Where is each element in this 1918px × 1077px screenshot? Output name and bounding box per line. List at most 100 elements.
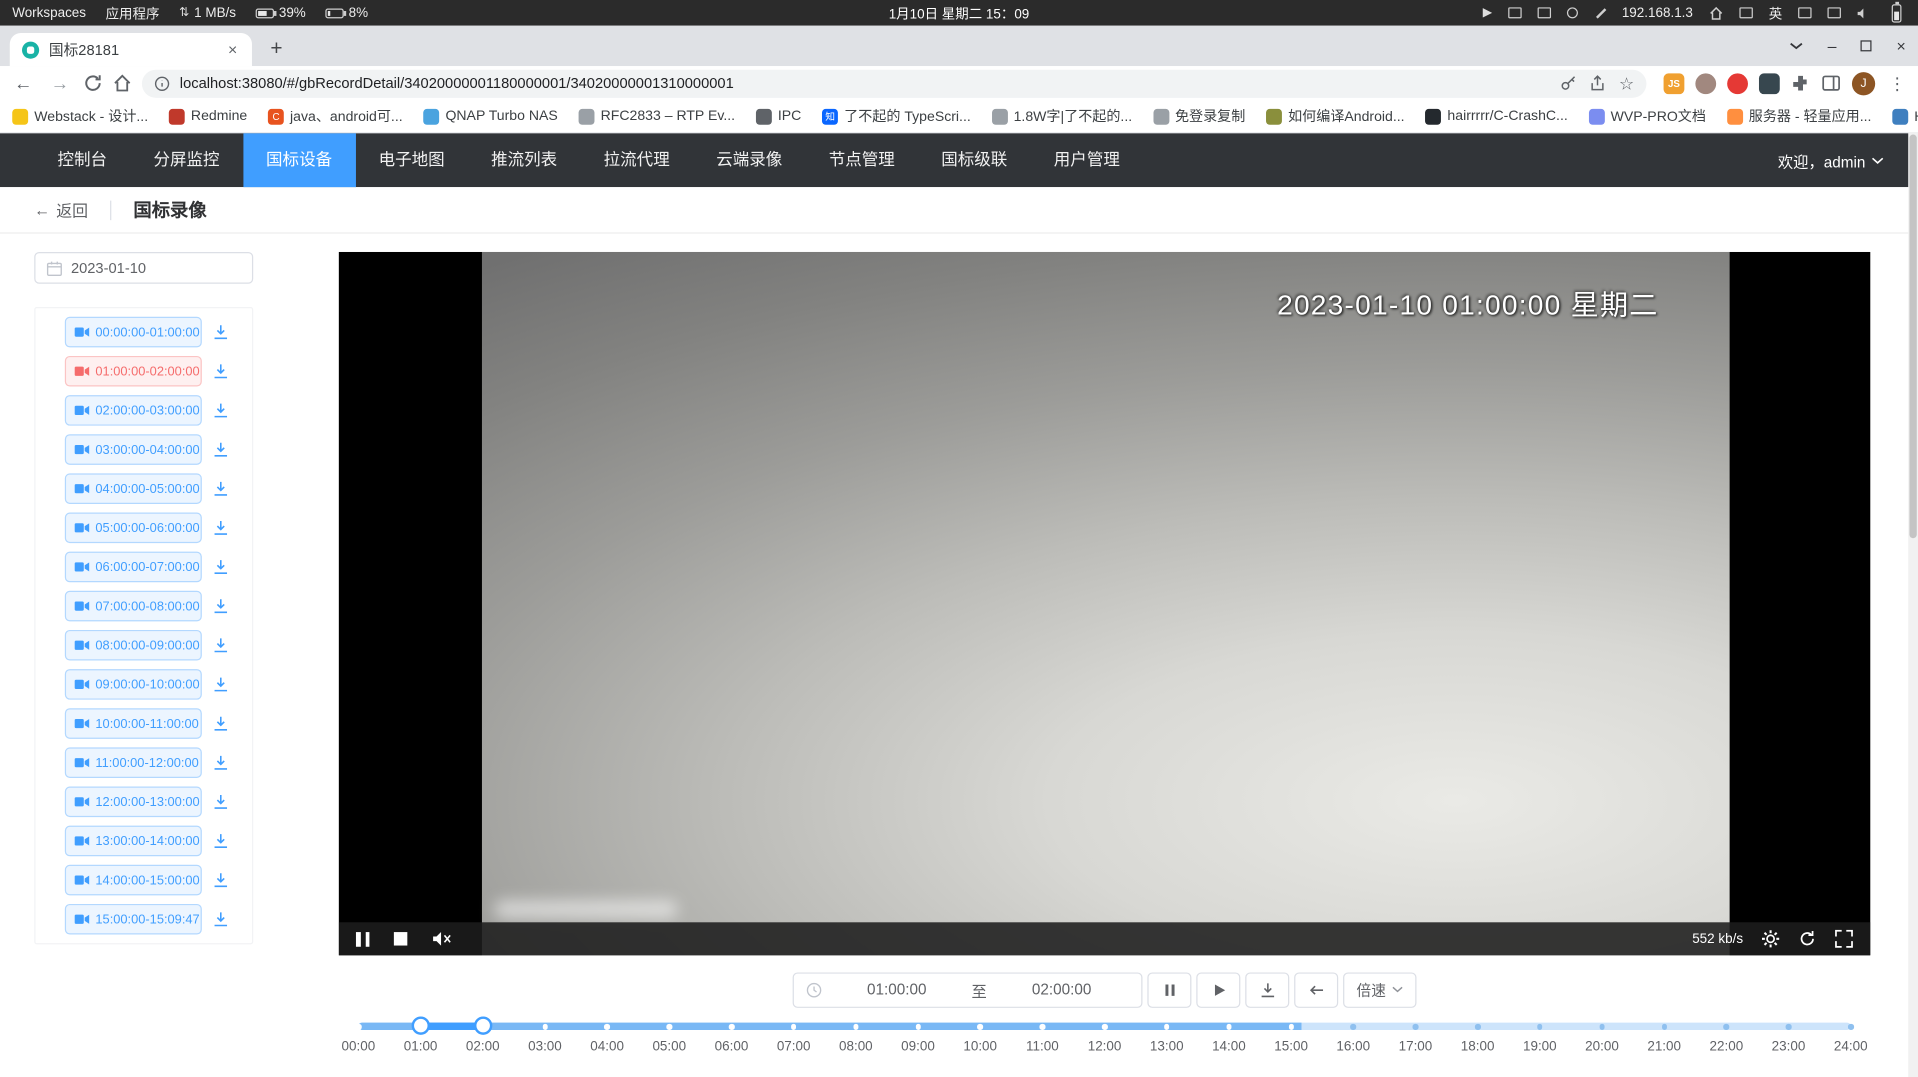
download-icon[interactable] xyxy=(213,363,229,379)
timeline-hour-dot[interactable] xyxy=(1599,1024,1605,1030)
media-play-icon[interactable]: ▶ xyxy=(1483,7,1492,19)
link-extension-icon[interactable] xyxy=(1695,73,1716,94)
bookmark-item[interactable]: IPC xyxy=(756,108,801,124)
js-extension-icon[interactable]: JS xyxy=(1664,73,1685,94)
display-icon[interactable] xyxy=(1827,7,1840,18)
timeline-hour-dot[interactable] xyxy=(1351,1024,1357,1030)
segment-button[interactable]: 14:00:00-15:00:00 xyxy=(65,865,202,896)
timeline-hour-dot[interactable] xyxy=(1164,1024,1170,1030)
bookmark-item[interactable]: 知了不起的 TypeScri... xyxy=(822,106,971,126)
back-icon[interactable]: ← xyxy=(10,74,37,92)
clipboard-icon[interactable] xyxy=(1537,7,1550,18)
download-icon[interactable] xyxy=(213,794,229,810)
bookmark-item[interactable]: Cjava、android可... xyxy=(268,106,403,126)
record-icon[interactable] xyxy=(1567,7,1578,18)
timeline-handle-start[interactable] xyxy=(411,1016,429,1034)
timeline-hour-dot[interactable] xyxy=(1226,1024,1232,1030)
time-range-picker[interactable]: 01:00:00 至 02:00:00 xyxy=(793,972,1143,1007)
timeline-hour-dot[interactable] xyxy=(1475,1024,1481,1030)
segment-button[interactable]: 06:00:00-07:00:00 xyxy=(65,552,202,583)
end-time-field[interactable]: 02:00:00 xyxy=(994,981,1129,998)
pause-icon[interactable] xyxy=(356,931,369,946)
reload-icon[interactable] xyxy=(83,73,103,93)
seek-back-button[interactable] xyxy=(1294,972,1338,1007)
nav-tab[interactable]: 云端录像 xyxy=(693,133,806,187)
site-info-icon[interactable] xyxy=(154,75,170,91)
bookmark-item[interactable]: 1.8W字|了不起的... xyxy=(992,106,1133,126)
language-indicator[interactable]: 英 xyxy=(1769,3,1782,23)
notification-icon[interactable] xyxy=(1508,7,1521,18)
window-maximize-icon[interactable] xyxy=(1861,40,1872,51)
password-key-icon[interactable] xyxy=(1560,75,1577,92)
timeline-hour-dot[interactable] xyxy=(1724,1024,1730,1030)
segment-button[interactable]: 12:00:00-13:00:00 xyxy=(65,787,202,818)
segment-button[interactable]: 15:00:00-15:09:47 xyxy=(65,904,202,935)
nav-tab[interactable]: 节点管理 xyxy=(805,133,918,187)
segment-button[interactable]: 08:00:00-09:00:00 xyxy=(65,630,202,661)
tab-search-chevron-icon[interactable] xyxy=(1790,39,1803,52)
segment-button[interactable]: 10:00:00-11:00:00 xyxy=(65,708,202,739)
download-icon[interactable] xyxy=(213,402,229,418)
date-picker[interactable]: 2023-01-10 xyxy=(34,252,253,284)
volume-muted-icon[interactable] xyxy=(431,931,452,947)
bookmark-item[interactable]: 服务器 - 轻量应用... xyxy=(1727,106,1872,126)
scrollbar-track[interactable] xyxy=(1908,132,1918,1077)
bookmark-item[interactable]: WVP-PRO文档 xyxy=(1589,106,1706,126)
bookmark-item[interactable]: 免登录复制 xyxy=(1153,106,1245,126)
browser-menu-icon[interactable]: ⋮ xyxy=(1886,73,1908,94)
download-icon[interactable] xyxy=(213,637,229,653)
home-icon[interactable] xyxy=(113,73,133,93)
download-icon[interactable] xyxy=(213,559,229,575)
timeline-hour-dot[interactable] xyxy=(791,1024,797,1030)
segment-button[interactable]: 01:00:00-02:00:00 xyxy=(65,356,202,387)
segment-button[interactable]: 02:00:00-03:00:00 xyxy=(65,395,202,426)
nav-tab[interactable]: 电子地图 xyxy=(355,133,468,187)
timeline-hour-dot[interactable] xyxy=(1786,1024,1792,1030)
segment-button[interactable]: 00:00:00-01:00:00 xyxy=(65,317,202,348)
download-icon[interactable] xyxy=(213,598,229,614)
segment-button[interactable]: 11:00:00-12:00:00 xyxy=(65,747,202,778)
bookmark-item[interactable]: QNAP Turbo NAS xyxy=(423,108,557,124)
ip-address-indicator[interactable]: 192.168.1.3 xyxy=(1622,6,1693,21)
download-icon[interactable] xyxy=(213,442,229,458)
side-panel-icon[interactable] xyxy=(1821,73,1841,93)
nav-tab[interactable]: 推流列表 xyxy=(468,133,581,187)
url-text[interactable]: localhost:38080/#/gbRecordDetail/3402000… xyxy=(180,75,1551,92)
screwdriver-icon[interactable] xyxy=(1594,7,1606,19)
timeline-hour-dot[interactable] xyxy=(1288,1024,1294,1030)
bookmark-item[interactable]: hairrrrr/C-CrashC... xyxy=(1425,108,1567,124)
download-icon[interactable] xyxy=(213,520,229,536)
timeline-hour-dot[interactable] xyxy=(1661,1024,1667,1030)
bookmark-item[interactable]: Redmine xyxy=(169,108,247,124)
nav-tab[interactable]: 分屏监控 xyxy=(130,133,243,187)
download-icon[interactable] xyxy=(213,324,229,340)
timeline-hour-dot[interactable] xyxy=(1040,1024,1046,1030)
user-menu[interactable]: 欢迎，admin xyxy=(1778,149,1884,172)
segment-button[interactable]: 03:00:00-04:00:00 xyxy=(65,434,202,465)
share-icon[interactable] xyxy=(1589,75,1606,92)
forward-icon[interactable]: → xyxy=(46,74,73,92)
timeline-hour-dot[interactable] xyxy=(667,1024,673,1030)
timeline-hour-dot[interactable] xyxy=(604,1024,610,1030)
window-switcher-icon[interactable] xyxy=(1739,7,1752,18)
clock[interactable]: 1月10日 星期二 15：09 xyxy=(889,3,1030,23)
window-close-icon[interactable]: × xyxy=(1896,38,1905,54)
extensions-puzzle-icon[interactable] xyxy=(1791,73,1811,93)
bookmark-star-icon[interactable]: ☆ xyxy=(1619,75,1634,92)
download-icon[interactable] xyxy=(213,481,229,497)
timeline-handle-end[interactable] xyxy=(474,1016,492,1034)
download-icon[interactable] xyxy=(213,833,229,849)
video-player[interactable]: 2023-01-10 01:00:00 星期二 552 kb/s xyxy=(339,252,1870,955)
timeline-hour-dot[interactable] xyxy=(356,1024,362,1030)
applications-button[interactable]: 应用程序 xyxy=(106,3,160,23)
segment-button[interactable]: 07:00:00-08:00:00 xyxy=(65,591,202,622)
dark-extension-icon[interactable] xyxy=(1759,73,1780,94)
nav-tab[interactable]: 拉流代理 xyxy=(580,133,693,187)
bookmark-item[interactable]: HDAtmos :: 种子“... xyxy=(1892,106,1918,126)
download-button[interactable] xyxy=(1245,972,1289,1007)
home-icon[interactable] xyxy=(1709,6,1724,21)
volume-icon[interactable] xyxy=(1857,6,1872,21)
download-icon[interactable] xyxy=(213,676,229,692)
workspaces-button[interactable]: Workspaces xyxy=(12,6,86,21)
timeline-hour-dot[interactable] xyxy=(729,1024,735,1030)
